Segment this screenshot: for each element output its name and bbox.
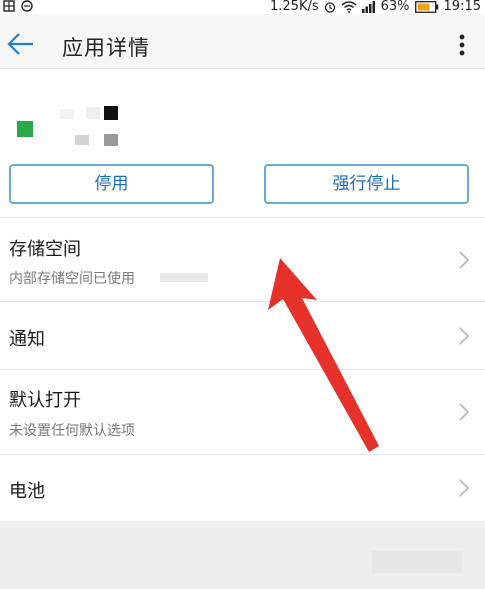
disable-button[interactable]: 停用 — [9, 164, 214, 204]
storage-subtitle: 内部存储空间已使用 — [9, 271, 135, 287]
status-bar: 1.25K/s 63% 19:15 — [0, 0, 485, 14]
app-name-blur-2 — [86, 107, 100, 119]
chevron-right-icon — [459, 403, 470, 421]
page-title: 应用详情 — [62, 36, 150, 60]
open-by-default-subtitle: 未设置任何默认选项 — [9, 423, 135, 439]
more-vert-icon[interactable] — [454, 34, 470, 56]
storage-row[interactable]: 存储空间 内部存储空间已使用 — [0, 218, 485, 301]
alarm-icon — [324, 2, 335, 13]
battery-percent: 63% — [380, 0, 410, 14]
app-name-blur-3 — [104, 106, 118, 120]
app-bar: 应用详情 — [0, 14, 485, 69]
bottom-empty-area — [0, 521, 485, 589]
screenshot-notification-icon — [3, 0, 15, 12]
back-arrow-icon[interactable] — [6, 32, 34, 56]
watermark-blur — [372, 551, 462, 573]
open-by-default-row[interactable]: 默认打开 未设置任何默认选项 — [0, 370, 485, 454]
chevron-right-icon — [459, 327, 470, 345]
signal-icon — [361, 1, 375, 13]
chat-notification-icon — [21, 0, 33, 12]
notification-title: 通知 — [9, 329, 45, 350]
app-version-blur-2 — [104, 134, 118, 146]
storage-title: 存储空间 — [9, 239, 81, 260]
chevron-right-icon — [459, 251, 470, 269]
status-bar-right: 1.25K/s 63% 19:15 — [270, 0, 481, 14]
wifi-icon — [341, 1, 357, 13]
battery-icon — [414, 1, 438, 13]
notification-row[interactable]: 通知 — [0, 302, 485, 369]
chevron-right-icon — [459, 479, 470, 497]
battery-row[interactable]: 电池 — [0, 455, 485, 521]
storage-value-blur — [160, 273, 208, 282]
network-speed: 1.25K/s — [270, 0, 319, 14]
app-name-blur — [60, 109, 74, 119]
open-by-default-title: 默认打开 — [9, 390, 81, 411]
app-info-header — [0, 69, 485, 159]
status-bar-left — [3, 0, 33, 12]
force-stop-button[interactable]: 强行停止 — [264, 164, 469, 204]
app-version-blur — [75, 135, 89, 145]
app-icon — [17, 121, 33, 137]
battery-title: 电池 — [9, 481, 45, 502]
app-details-panel: 停用 强行停止 存储空间 内部存储空间已使用 通知 默认打开 未设置任何默认选项… — [0, 69, 485, 521]
clock: 19:15 — [443, 0, 481, 14]
